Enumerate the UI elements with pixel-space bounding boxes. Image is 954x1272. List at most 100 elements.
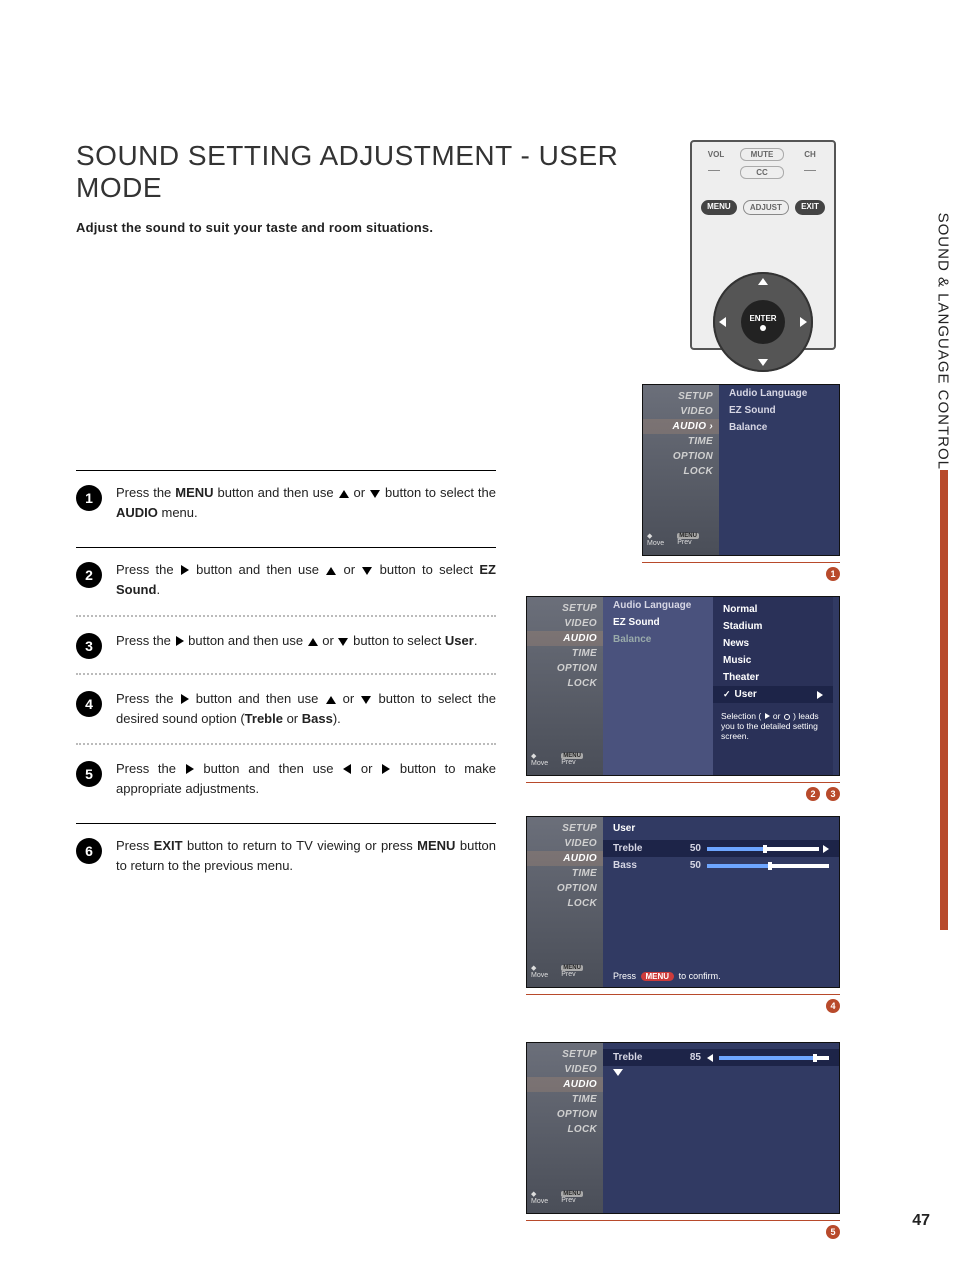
osd-item-balance[interactable]: Balance: [603, 631, 713, 648]
osd-option-user[interactable]: User: [713, 686, 833, 703]
remote-exit-button[interactable]: EXIT: [795, 200, 825, 215]
osd-tab-lock[interactable]: LOCK: [527, 896, 603, 911]
osd-option-news[interactable]: News: [713, 635, 833, 652]
dpad-right-icon[interactable]: [800, 317, 807, 327]
remote-vol-down[interactable]: [708, 170, 720, 171]
osd-tab-video[interactable]: VIDEO: [527, 836, 603, 851]
right-arrow-icon: [382, 764, 390, 774]
steps-list: 1 Press the MENU button and then use or …: [76, 470, 496, 900]
step-5: 5 Press the button and then use or butto…: [76, 759, 496, 823]
osd-footer-prev: MENU Prev: [561, 752, 599, 767]
dpad-up-icon[interactable]: [758, 278, 768, 285]
down-arrow-icon: [361, 696, 371, 704]
osd-tab-time[interactable]: TIME: [643, 434, 719, 449]
osd-tab-option[interactable]: OPTION: [643, 449, 719, 464]
osd-item-ez-sound[interactable]: EZ Sound: [719, 402, 839, 419]
step-1: 1 Press the MENU button and then use or …: [76, 470, 496, 547]
osd-tab-lock[interactable]: LOCK: [527, 676, 603, 691]
step-number-badge: 2: [76, 562, 102, 588]
annotation-badge: 5: [826, 1225, 840, 1239]
step-6: 6 Press EXIT button to return to TV view…: [76, 823, 496, 900]
down-arrow-icon: [613, 1069, 623, 1076]
right-arrow-icon: [186, 764, 194, 774]
remote-cc-button[interactable]: CC: [740, 166, 784, 179]
treble-slider[interactable]: [719, 1056, 829, 1060]
osd-tab-time[interactable]: TIME: [527, 866, 603, 881]
step-number-badge: 5: [76, 761, 102, 787]
osd-tab-option[interactable]: OPTION: [527, 881, 603, 896]
osd-item-ez-sound[interactable]: EZ Sound: [603, 614, 713, 631]
dpad-enter-label: ENTER: [749, 314, 776, 323]
remote-adjust-button[interactable]: ADJUST: [743, 200, 789, 215]
osd-tab-audio[interactable]: AUDIO ›: [643, 419, 719, 434]
osd-tab-audio[interactable]: AUDIO: [527, 631, 603, 646]
remote-dpad[interactable]: ENTER: [713, 272, 813, 372]
osd-tab-video[interactable]: VIDEO: [527, 616, 603, 631]
dpad-down-icon[interactable]: [758, 359, 768, 366]
osd-tab-option[interactable]: OPTION: [527, 661, 603, 676]
dpad-left-icon[interactable]: [719, 317, 726, 327]
annotation-badge: 4: [826, 999, 840, 1013]
osd-item-audio-language[interactable]: Audio Language: [719, 385, 839, 402]
osd-treble-row[interactable]: Treble 85: [603, 1049, 839, 1066]
step-6-text: Press EXIT button to return to TV viewin…: [116, 836, 496, 876]
osd-option-theater[interactable]: Theater: [713, 669, 833, 686]
osd-tab-audio[interactable]: AUDIO: [527, 1077, 603, 1092]
osd-footer-move: ◆ Move: [531, 752, 555, 767]
osd-tab-video[interactable]: VIDEO: [527, 1062, 603, 1077]
remote-figure: VOL MUTE CC CH MENU ADJUST EXIT ENTER: [690, 140, 836, 350]
osd-bass-value: 50: [673, 860, 701, 871]
osd-option-normal[interactable]: Normal: [713, 601, 833, 618]
up-arrow-icon: [339, 490, 349, 498]
osd-bass-row[interactable]: Bass 50: [603, 857, 839, 874]
osd-footer-prev: MENU Prev: [561, 964, 599, 979]
step-2: 2 Press the button and then use or butto…: [76, 547, 496, 624]
left-arrow-icon: [707, 1054, 713, 1062]
remote-ch-label: CH: [796, 150, 824, 159]
osd-treble-label: Treble: [613, 843, 667, 854]
osd-tab-time[interactable]: TIME: [527, 1092, 603, 1107]
dpad-enter-button[interactable]: ENTER: [741, 300, 785, 344]
osd-treble-row[interactable]: Treble 50: [603, 840, 839, 857]
osd-tab-setup[interactable]: SETUP: [527, 821, 603, 836]
osd-footer-prev: MENU Prev: [677, 532, 715, 547]
annotation-badge: 2: [806, 787, 820, 801]
menu-pill-icon: MENU: [641, 972, 675, 981]
remote-vol-label: VOL: [702, 150, 730, 159]
step-number-badge: 1: [76, 485, 102, 511]
osd-treble-adjust: SETUP VIDEO AUDIO TIME OPTION LOCK ◆ Mov…: [526, 1042, 840, 1214]
treble-slider[interactable]: [707, 845, 829, 853]
bass-slider[interactable]: [707, 864, 829, 868]
osd-tab-video[interactable]: VIDEO: [643, 404, 719, 419]
osd-confirm-hint: Press MENU to confirm.: [603, 965, 839, 987]
annotation-badge: 1: [826, 567, 840, 581]
osd-tab-lock[interactable]: LOCK: [643, 464, 719, 479]
right-arrow-icon: [181, 694, 189, 704]
step-3: 3 Press the button and then use or butto…: [76, 631, 496, 683]
osd-ez-sound-options: SETUP VIDEO AUDIO TIME OPTION LOCK ◆ Mov…: [526, 596, 840, 776]
osd-item-audio-language[interactable]: Audio Language: [603, 597, 713, 614]
osd-item-balance[interactable]: Balance: [719, 419, 839, 436]
osd-tab-audio[interactable]: AUDIO: [527, 851, 603, 866]
down-arrow-icon: [338, 638, 348, 646]
remote-menu-button[interactable]: MENU: [701, 200, 737, 215]
osd-selection-note: Selection ( or ) leads you to the detail…: [713, 707, 833, 746]
osd-tab-setup[interactable]: SETUP: [527, 1047, 603, 1062]
osd-footer-move: ◆ Move: [531, 964, 555, 979]
osd-option-music[interactable]: Music: [713, 652, 833, 669]
osd-tab-setup[interactable]: SETUP: [527, 601, 603, 616]
up-arrow-icon: [326, 567, 336, 575]
osd-tab-option[interactable]: OPTION: [527, 1107, 603, 1122]
osd-tab-lock[interactable]: LOCK: [527, 1122, 603, 1137]
osd-treble-label: Treble: [613, 1052, 667, 1063]
remote-ch-down[interactable]: [804, 170, 816, 171]
step-number-badge: 3: [76, 633, 102, 659]
step-number-badge: 4: [76, 691, 102, 717]
step-2-text: Press the button and then use or button …: [116, 560, 496, 600]
remote-mute-button[interactable]: MUTE: [740, 148, 784, 161]
osd-tab-setup[interactable]: SETUP: [643, 389, 719, 404]
osd-tab-time[interactable]: TIME: [527, 646, 603, 661]
down-arrow-icon: [370, 490, 380, 498]
right-arrow-icon: [181, 565, 189, 575]
osd-option-stadium[interactable]: Stadium: [713, 618, 833, 635]
